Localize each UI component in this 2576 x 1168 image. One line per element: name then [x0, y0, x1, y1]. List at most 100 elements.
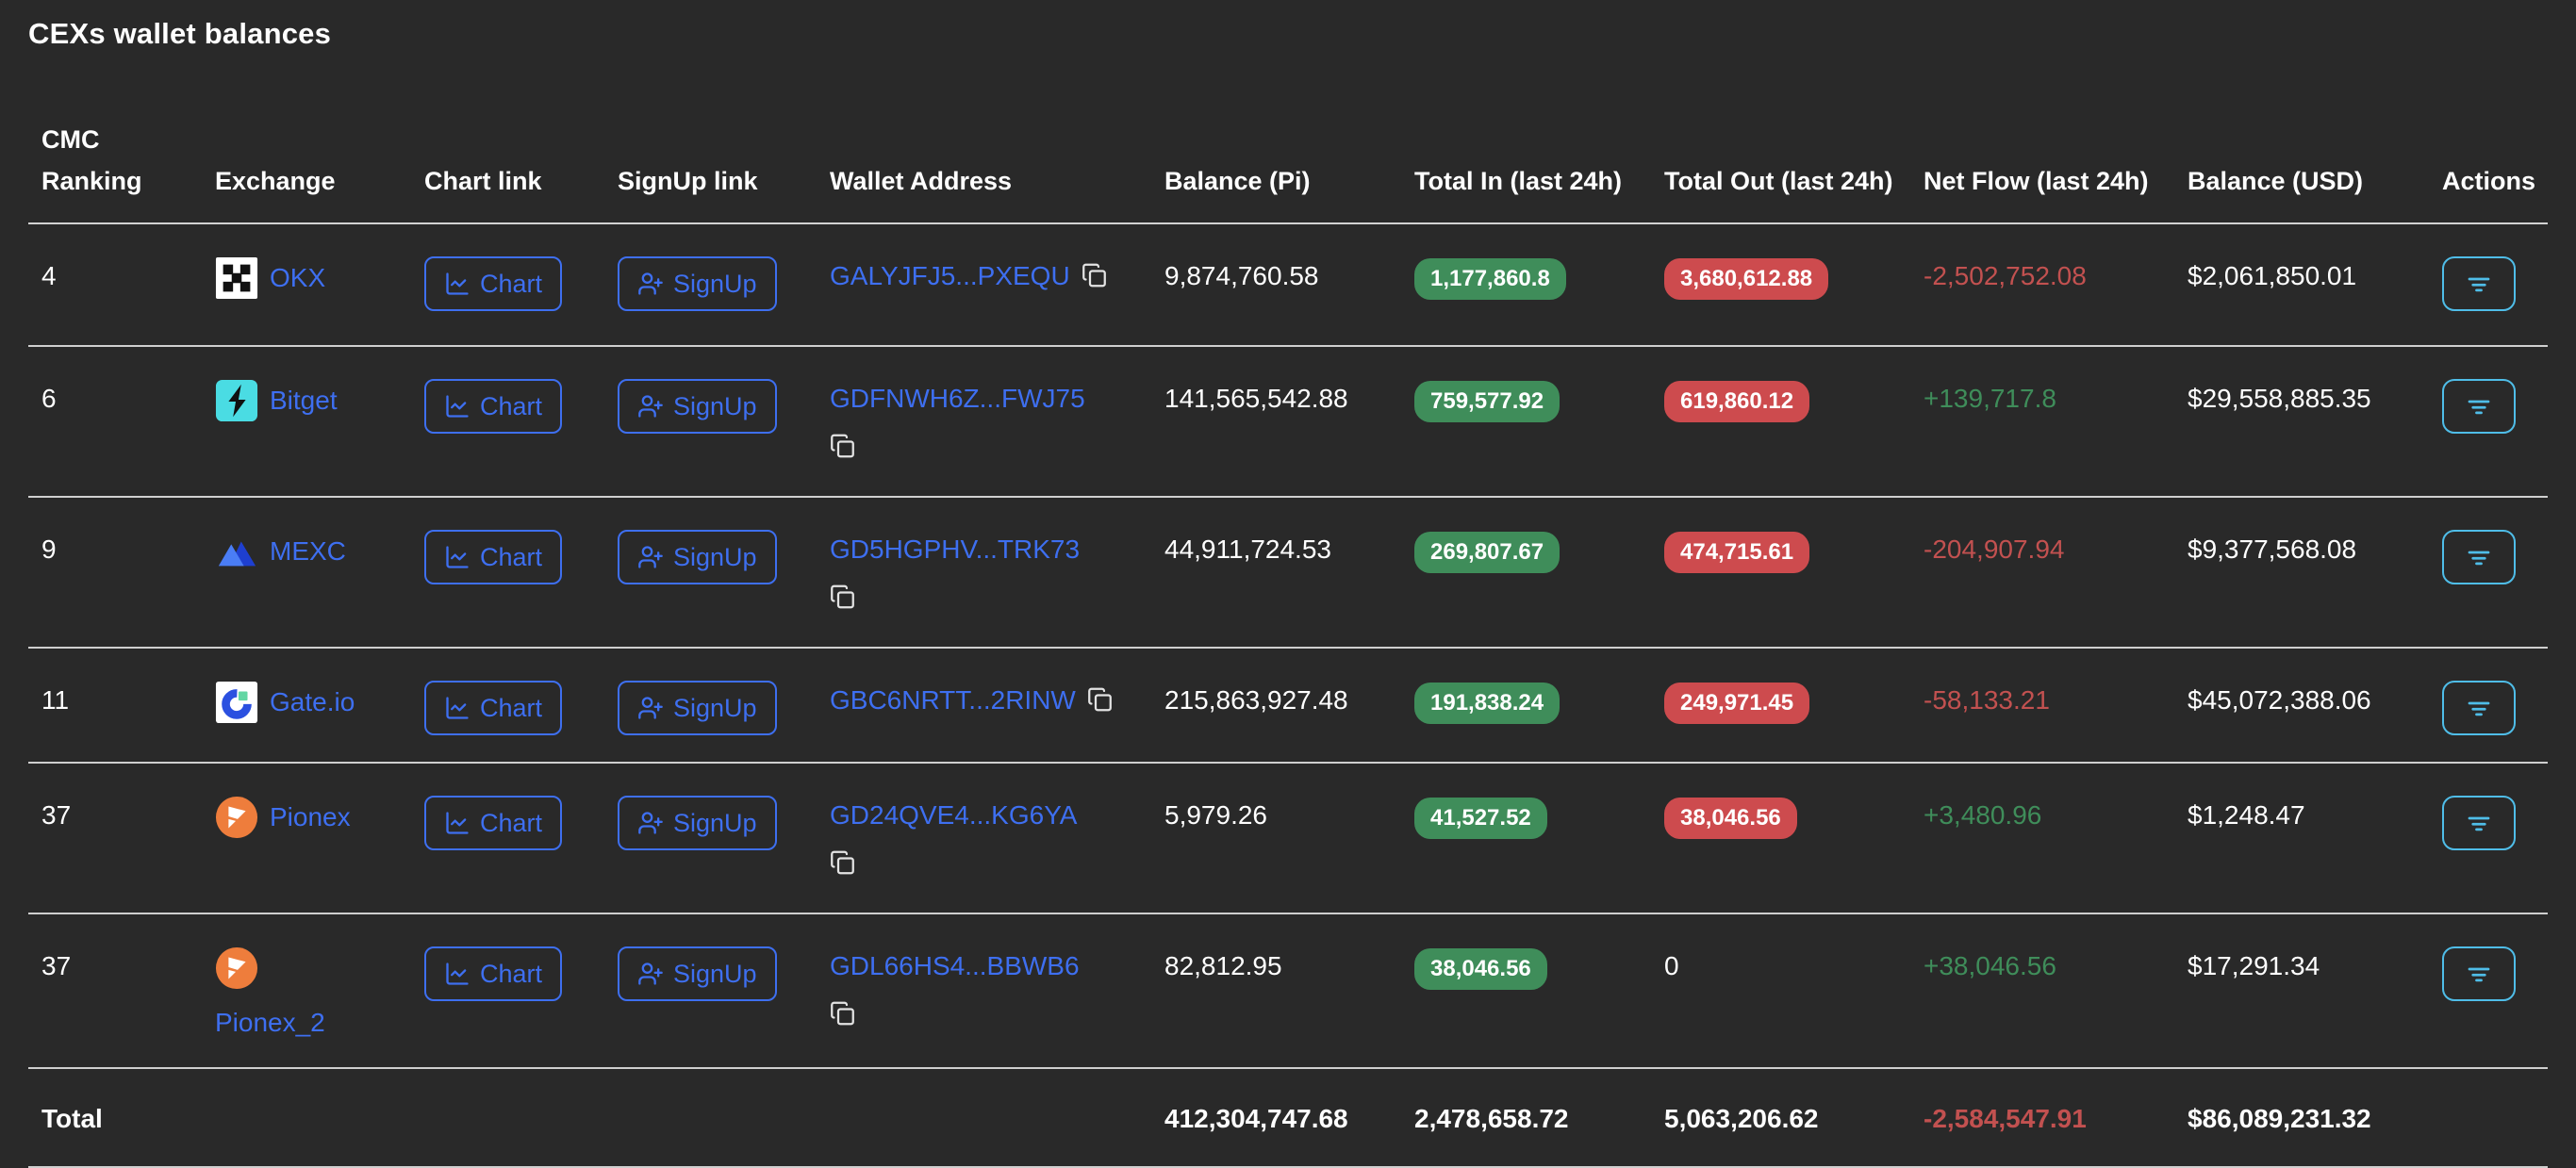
balance-pi-value: 5,979.26	[1164, 763, 1414, 914]
user-plus-icon	[638, 546, 663, 568]
net-flow-value: +38,046.56	[1924, 951, 2056, 980]
total-out-badge: 474,715.61	[1664, 532, 1810, 573]
row-actions-button[interactable]	[2442, 530, 2516, 584]
net-flow-value: -2,502,752.08	[1924, 261, 2087, 290]
signup-button-label: SignUp	[673, 693, 757, 722]
chart-link-button[interactable]: Chart	[424, 946, 563, 1001]
cmc-rank: 11	[28, 648, 215, 764]
wallet-address-link[interactable]: GD5HGPHV...TRK73	[830, 535, 1080, 564]
signup-link-button[interactable]: SignUp	[618, 946, 777, 1001]
total-out-badge: 3,680,612.88	[1664, 258, 1829, 300]
net-flow-value: +3,480.96	[1924, 800, 2042, 830]
line-chart-icon	[446, 546, 469, 568]
exchange-name: Bitget	[270, 386, 338, 415]
chart-button-label: Chart	[480, 269, 543, 298]
exchange-link-pionex2[interactable]: Pionex_2	[215, 946, 325, 1043]
chart-link-button[interactable]: Chart	[424, 379, 563, 434]
chart-link-button[interactable]: Chart	[424, 530, 563, 584]
copy-icon	[1082, 263, 1106, 288]
total-label: Total	[28, 1068, 215, 1168]
wallet-address-cell: GD5HGPHV...TRK73	[830, 530, 1146, 611]
chart-button-label: Chart	[480, 808, 543, 837]
signup-link-button[interactable]: SignUp	[618, 681, 777, 735]
net-flow-value: +139,717.8	[1924, 384, 2056, 413]
filter-icon	[2468, 816, 2490, 831]
table-row-pionex: 37 Pionex Chart SignUp GD24QVE4...KG6YA …	[28, 763, 2548, 914]
wallet-address-link[interactable]: GALYJFJ5...PXEQU	[830, 261, 1070, 290]
exchange-name: Pionex	[270, 802, 351, 831]
row-actions-button[interactable]	[2442, 256, 2516, 311]
chart-link-button[interactable]: Chart	[424, 256, 563, 311]
total-balance-usd: $86,089,231.32	[2188, 1068, 2442, 1168]
col-header-total-in: Total In (last 24h)	[1414, 83, 1664, 224]
balance-pi-value: 82,812.95	[1164, 913, 1414, 1069]
total-in-badge: 759,577.92	[1414, 381, 1560, 422]
exchange-name: Gate.io	[270, 687, 355, 716]
filter-icon	[2468, 967, 2490, 982]
col-header-exchange: Exchange	[215, 83, 424, 224]
net-flow-value: -58,133.21	[1924, 685, 2050, 715]
chart-button-label: Chart	[480, 693, 543, 722]
copy-address-button[interactable]	[1087, 685, 1113, 714]
row-actions-button[interactable]	[2442, 796, 2516, 850]
copy-address-button[interactable]	[830, 848, 855, 877]
total-out-badge: 619,860.12	[1664, 381, 1810, 422]
user-plus-icon	[638, 962, 663, 985]
filter-icon	[2468, 400, 2490, 415]
signup-link-button[interactable]: SignUp	[618, 530, 777, 584]
cmc-rank: 9	[28, 497, 215, 649]
row-actions-button[interactable]	[2442, 379, 2516, 434]
copy-address-button[interactable]	[1082, 261, 1107, 289]
row-actions-button[interactable]	[2442, 946, 2516, 1001]
chart-link-button[interactable]: Chart	[424, 681, 563, 735]
wallet-address-link[interactable]: GBC6NRTT...2RINW	[830, 685, 1076, 715]
signup-button-label: SignUp	[673, 808, 757, 837]
exchange-link-pionex[interactable]: Pionex	[215, 796, 351, 839]
total-balance-pi: 412,304,747.68	[1164, 1068, 1414, 1168]
exchange-link-gateio[interactable]: Gate.io	[215, 681, 355, 724]
chart-link-button[interactable]: Chart	[424, 796, 563, 850]
balance-pi-value: 9,874,760.58	[1164, 223, 1414, 347]
chart-button-label: Chart	[480, 542, 543, 571]
signup-link-button[interactable]: SignUp	[618, 256, 777, 311]
exchange-link-okx[interactable]: OKX	[215, 256, 325, 300]
copy-icon	[831, 584, 854, 609]
exchange-name: Pionex_2	[215, 1008, 325, 1037]
balance-usd-value: $29,558,885.35	[2188, 346, 2442, 498]
filter-icon	[2468, 551, 2490, 566]
user-plus-icon	[638, 697, 663, 719]
wallet-address-cell: GDFNWH6Z...FWJ75	[830, 379, 1146, 460]
col-header-cmc-ranking: CMC Ranking	[28, 83, 215, 224]
copy-address-button[interactable]	[830, 999, 855, 1028]
signup-link-button[interactable]: SignUp	[618, 796, 777, 850]
total-out-badge: 38,046.56	[1664, 798, 1797, 839]
balance-usd-value: $17,291.34	[2188, 913, 2442, 1069]
exchange-link-bitget[interactable]: Bitget	[215, 379, 338, 422]
cex-balances-table: CMC Ranking Exchange Chart link SignUp l…	[28, 83, 2548, 1168]
user-plus-icon	[638, 812, 663, 834]
signup-button-label: SignUp	[673, 269, 757, 298]
signup-link-button[interactable]: SignUp	[618, 379, 777, 434]
col-header-chart-link: Chart link	[424, 83, 618, 224]
line-chart-icon	[446, 812, 469, 834]
wallet-address-link[interactable]: GD24QVE4...KG6YA	[830, 800, 1078, 830]
copy-address-button[interactable]	[830, 432, 855, 460]
table-row-mexc: 9 MEXC Chart SignUp GD5HGPHV...TRK73 44,…	[28, 497, 2548, 649]
chart-button-label: Chart	[480, 959, 543, 988]
wallet-address-cell: GALYJFJ5...PXEQU	[830, 256, 1146, 296]
col-header-actions: Actions	[2442, 83, 2548, 224]
row-actions-button[interactable]	[2442, 681, 2516, 735]
cmc-rank: 37	[28, 763, 215, 914]
filter-icon	[2468, 701, 2490, 716]
signup-button-label: SignUp	[673, 391, 757, 420]
cmc-rank: 37	[28, 913, 215, 1069]
cmc-rank: 6	[28, 346, 215, 498]
wallet-address-link[interactable]: GDFNWH6Z...FWJ75	[830, 384, 1085, 413]
wallet-address-cell: GDL66HS4...BBWB6	[830, 946, 1146, 1028]
exchange-link-mexc[interactable]: MEXC	[215, 530, 346, 573]
copy-address-button[interactable]	[830, 583, 855, 611]
col-header-total-out: Total Out (last 24h)	[1664, 83, 1924, 224]
total-in-badge: 38,046.56	[1414, 948, 1547, 990]
wallet-address-link[interactable]: GDL66HS4...BBWB6	[830, 951, 1080, 980]
copy-icon	[1087, 687, 1112, 712]
